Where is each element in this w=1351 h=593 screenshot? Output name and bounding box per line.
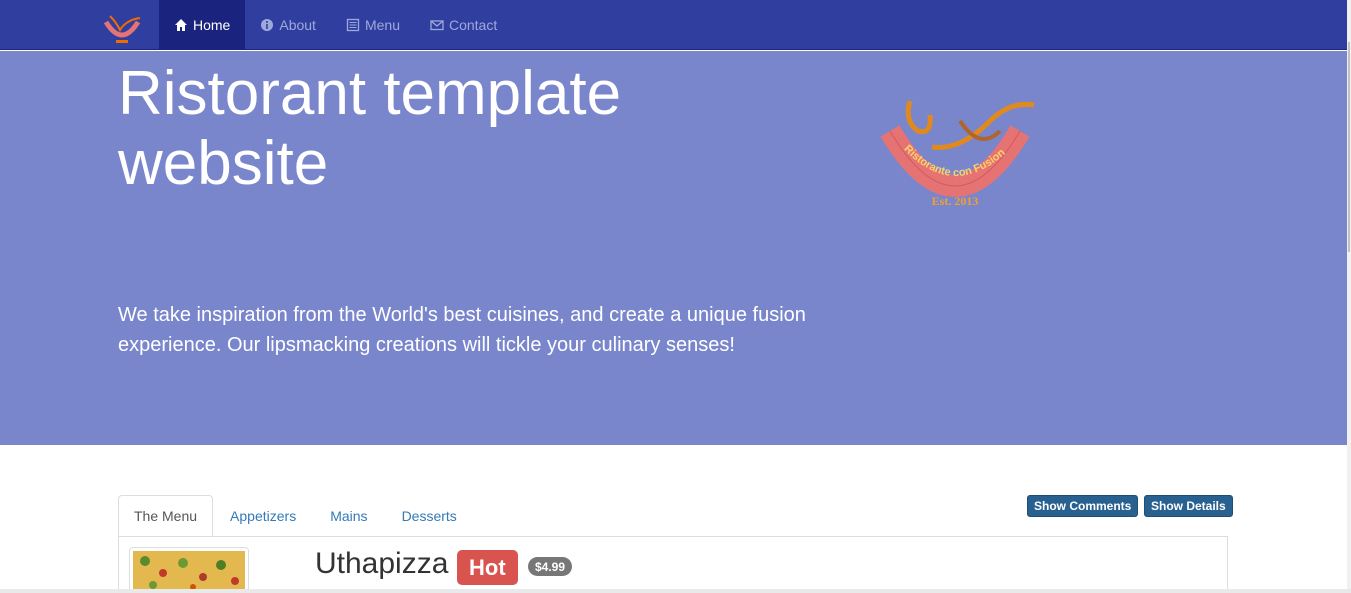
nav-item-label: About [279,17,316,33]
page-title: Ristorant template website [118,59,738,199]
tagline: We take inspiration from the World's bes… [118,300,878,360]
nav-item-about[interactable]: About [245,0,331,50]
nav-item-label: Home [193,17,231,33]
pizza-image [133,551,245,593]
list-icon [346,18,360,32]
dish-name: Uthapizza [315,547,449,580]
nav-item-label: Contact [448,17,498,33]
nav-item-home[interactable]: Home [159,0,246,50]
title-line-1: Ristorant template [118,59,622,128]
horizontal-scrollbar[interactable] [0,589,1351,593]
price-badge: $4.99 [528,557,573,576]
brand-logo[interactable] [100,8,144,46]
main-nav: Home About Menu Contact [159,0,512,50]
jumbotron: Ristorant template website Ristorante co… [0,51,1347,445]
tab-appetizers[interactable]: Appetizers [213,495,313,537]
home-icon [175,19,187,31]
scrollbar-thumb[interactable] [1348,42,1350,252]
tab-desserts[interactable]: Desserts [385,495,474,537]
info-circle-icon [261,19,274,31]
tagline-line-1: We take inspiration from the World's bes… [118,304,806,326]
menu-tabs: The Menu Appetizers Mains Desserts [118,495,474,537]
nav-item-contact[interactable]: Contact [415,0,512,50]
envelope-icon [430,20,444,31]
hot-badge: Hot [457,550,518,585]
tab-the-menu[interactable]: The Menu [118,495,214,537]
tagline-line-2: experience. Our lipsmacking creations wi… [118,334,735,356]
tab-mains[interactable]: Mains [313,495,384,537]
title-line-2: website [118,129,329,198]
logo-est: Est. 2013 [932,194,979,208]
show-details-button[interactable]: Show Details [1144,495,1233,517]
dish-thumbnail[interactable] [129,547,249,593]
restaurant-logo: Ristorante con Fusion Est. 2013 [880,100,1035,208]
nav-item-label: Menu [364,17,400,33]
tab-panel [118,536,1228,593]
page: Home About Menu Contact Ristorant templa… [0,0,1351,593]
navbar: Home About Menu Contact [0,0,1351,50]
nav-item-menu[interactable]: Menu [331,0,415,50]
show-comments-button[interactable]: Show Comments [1027,495,1139,517]
